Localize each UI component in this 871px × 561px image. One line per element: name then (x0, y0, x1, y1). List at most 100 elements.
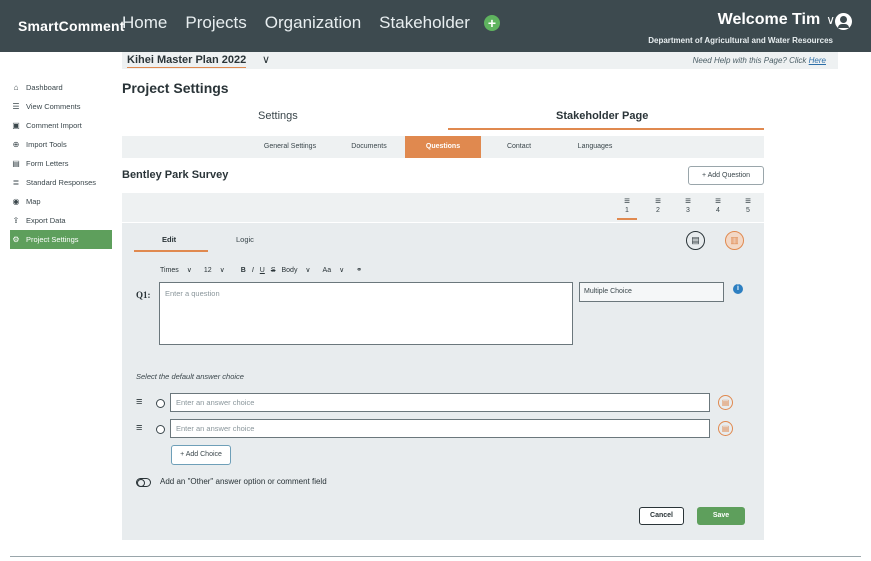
sidebar-item-view-comments[interactable]: ☰ View Comments (10, 97, 112, 116)
default-radio[interactable] (156, 425, 165, 434)
question-type-select[interactable]: Multiple Choice (579, 282, 724, 302)
add-question-button[interactable]: + Add Question (688, 166, 764, 185)
question-number: 5 (746, 207, 750, 214)
chevron-down-icon: ∨ (826, 13, 835, 27)
chevron-down-icon: ∨ (186, 267, 192, 274)
answer-row: ≡ Enter an answer choice ▤ (136, 419, 736, 439)
letter-icon: ▤ (12, 158, 20, 168)
plus-circle-icon[interactable]: + (483, 15, 500, 31)
active-tab-indicator (448, 128, 764, 130)
drag-handle-icon[interactable]: ≡ (136, 397, 142, 408)
survey-title: Bentley Park Survey (122, 169, 229, 181)
underline-button[interactable]: U (260, 267, 265, 274)
brand-logo[interactable]: SmartComment (18, 18, 125, 34)
answer-choice-input[interactable]: Enter an answer choice (170, 393, 710, 412)
tab-stakeholder-page[interactable]: Stakeholder Page (556, 110, 648, 122)
sidebar-item-label: Comment Import (26, 121, 82, 130)
other-option-toggle[interactable] (136, 478, 151, 487)
sidebar-item-import-tools[interactable]: ⊕ Import Tools (10, 135, 112, 154)
answer-row: ≡ Enter an answer choice ▤ (136, 393, 736, 413)
user-menu[interactable]: Welcome Tim ∨ (718, 11, 835, 29)
strikethrough-button[interactable]: S (271, 267, 276, 274)
style-value: Body (281, 267, 298, 274)
tab-settings[interactable]: Settings (258, 110, 298, 122)
question-number: 4 (716, 207, 720, 214)
main-tabs: Settings Stakeholder Page (122, 105, 764, 131)
question-number: 3 (686, 207, 690, 214)
trash-icon[interactable]: ▥ (725, 231, 744, 250)
top-bar: SmartComment Home Projects Organization … (0, 0, 871, 52)
answer-choice-input[interactable]: Enter an answer choice (170, 419, 710, 438)
department-name: Department of Agricultural and Water Res… (648, 36, 833, 45)
chevron-down-icon[interactable]: ∨ (262, 53, 270, 66)
trash-icon[interactable]: ▤ (718, 421, 733, 436)
sidebar-item-label: Map (26, 197, 41, 206)
question-list-icon: ≡ (655, 196, 661, 207)
bold-button[interactable]: B (241, 267, 246, 274)
sub-tabs: General Settings Documents Questions Con… (122, 136, 764, 158)
question-tab-1[interactable]: ≡ 1 (617, 197, 637, 220)
sidebar-item-label: Export Data (26, 216, 66, 225)
font-value: Times (160, 267, 179, 274)
active-tab-indicator (134, 250, 208, 252)
map-pin-icon: ◉ (12, 196, 20, 206)
save-button[interactable]: Save (697, 507, 745, 525)
tab-edit[interactable]: Edit (162, 235, 176, 244)
sidebar-item-map[interactable]: ◉ Map (10, 192, 112, 211)
sidebar-item-export-data[interactable]: ⇪ Export Data (10, 211, 112, 230)
default-choice-label: Select the default answer choice (136, 372, 244, 381)
help-prefix: Need Help with this Page? Click (692, 56, 809, 65)
link-icon[interactable]: ⚭ (356, 266, 362, 274)
chevron-down-icon: ∨ (305, 267, 311, 274)
question-tab-3[interactable]: ≡ 3 (678, 196, 698, 215)
italic-button[interactable]: I (252, 267, 254, 274)
question-editor: Edit Logic ▤ ▥ Times ∨ 12 ∨ B I U S Body… (122, 223, 764, 540)
sidebar: ⌂ Dashboard ☰ View Comments ▣ Comment Impor… (10, 78, 112, 249)
sidebar-item-label: View Comments (26, 102, 81, 111)
preview-document-icon[interactable]: ▤ (686, 231, 705, 250)
default-radio[interactable] (156, 399, 165, 408)
sidebar-item-project-settings[interactable]: ⚙ Project Settings (10, 230, 112, 249)
subtab-languages[interactable]: Languages (557, 136, 633, 158)
style-select[interactable]: Body ∨ (282, 266, 317, 274)
trash-icon[interactable]: ▤ (718, 395, 733, 410)
sidebar-item-standard-responses[interactable]: ≣ Standard Responses (10, 173, 112, 192)
subtab-questions[interactable]: Questions (405, 136, 481, 158)
file-icon: ▣ (12, 120, 20, 130)
question-tab-4[interactable]: ≡ 4 (708, 196, 728, 215)
add-choice-button[interactable]: + Add Choice (171, 445, 231, 465)
sidebar-item-comment-import[interactable]: ▣ Comment Import (10, 116, 112, 135)
question-label: Q1: (136, 290, 151, 300)
question-list-icon: ≡ (624, 196, 630, 207)
comment-icon: ☰ (12, 101, 20, 111)
size-select[interactable]: 12 ∨ (204, 266, 231, 274)
sidebar-item-form-letters[interactable]: ▤ Form Letters (10, 154, 112, 173)
nav-organization[interactable]: Organization (265, 13, 361, 33)
question-list-icon: ≡ (715, 196, 721, 207)
font-select[interactable]: Times ∨ (160, 266, 198, 274)
responses-icon: ≣ (12, 177, 20, 187)
main-nav: Home Projects Organization Stakeholder + (122, 13, 500, 33)
cancel-button[interactable]: Cancel (639, 507, 684, 525)
user-circle-icon[interactable] (835, 13, 852, 30)
sidebar-item-dashboard[interactable]: ⌂ Dashboard (10, 78, 112, 97)
subtab-general-settings[interactable]: General Settings (248, 136, 332, 158)
project-selector[interactable]: Kihei Master Plan 2022 (127, 54, 247, 68)
question-navigator: ≡ 1 ≡ 2 ≡ 3 ≡ 4 ≡ 5 (122, 193, 764, 222)
help-link[interactable]: Here (809, 56, 826, 65)
home-icon: ⌂ (13, 82, 19, 92)
nav-projects[interactable]: Projects (185, 13, 246, 33)
subtab-documents[interactable]: Documents (332, 136, 406, 158)
nav-stakeholder[interactable]: Stakeholder (379, 13, 470, 33)
question-tab-2[interactable]: ≡ 2 (648, 196, 668, 215)
question-list-icon: ≡ (685, 196, 691, 207)
drag-handle-icon[interactable]: ≡ (136, 423, 142, 434)
tab-logic[interactable]: Logic (236, 235, 254, 244)
info-icon[interactable]: i (733, 284, 743, 294)
welcome-text: Welcome Tim (717, 11, 821, 28)
question-input[interactable]: Enter a question (159, 282, 573, 345)
subtab-contact[interactable]: Contact (481, 136, 557, 158)
question-tab-5[interactable]: ≡ 5 (738, 197, 758, 215)
case-select[interactable]: Aa ∨ (323, 266, 351, 274)
nav-home[interactable]: Home (122, 13, 167, 33)
